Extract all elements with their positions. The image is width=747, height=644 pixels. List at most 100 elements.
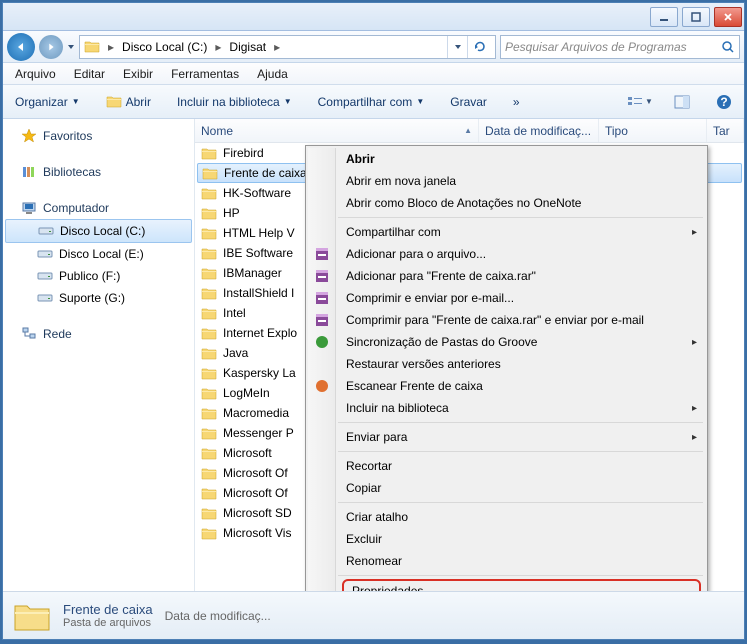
cm-add-archive[interactable]: Adicionar para o arquivo... [338, 243, 705, 265]
column-headers: Nome▲ Data de modificaç... Tipo Tar [195, 119, 744, 143]
folder-icon [201, 287, 217, 300]
file-name: HTML Help V [223, 226, 295, 240]
cm-include-library[interactable]: Incluir na biblioteca [338, 397, 705, 419]
cm-restore-versions[interactable]: Restaurar versões anteriores [338, 353, 705, 375]
search-icon [721, 40, 735, 54]
sidebar-drive-g[interactable]: Suporte (G:) [3, 287, 194, 309]
winrar-icon [314, 312, 330, 328]
cm-delete[interactable]: Excluir [338, 528, 705, 550]
cm-scan[interactable]: Escanear Frente de caixa [338, 375, 705, 397]
sidebar-computer[interactable]: Computador [3, 197, 194, 219]
cm-compress-rar-email[interactable]: Comprimir para "Frente de caixa.rar" e e… [338, 309, 705, 331]
details-pane: Frente de caixa Pasta de arquivos Data d… [3, 591, 744, 639]
maximize-button[interactable] [682, 7, 710, 27]
include-library-button[interactable]: Incluir na biblioteca ▼ [171, 91, 298, 113]
menu-exibir[interactable]: Exibir [115, 65, 161, 83]
folder-icon [201, 487, 217, 500]
sidebar-network[interactable]: Rede [3, 323, 194, 345]
address-dropdown[interactable] [447, 36, 467, 58]
cm-open-onenote[interactable]: Abrir como Bloco de Anotações no OneNote [338, 192, 705, 214]
sidebar-libraries[interactable]: Bibliotecas [3, 161, 194, 183]
folder-icon [84, 40, 100, 53]
column-date[interactable]: Data de modificaç... [479, 119, 599, 142]
file-name: Internet Explo [223, 326, 297, 340]
folder-large-icon [13, 600, 51, 632]
folder-icon [201, 227, 217, 240]
menu-arquivo[interactable]: Arquivo [7, 65, 64, 83]
preview-pane-button[interactable] [668, 91, 696, 113]
file-name: IBManager [223, 266, 282, 280]
breadcrumb-sep-icon[interactable]: ▸ [272, 40, 282, 54]
help-button[interactable]: ? [710, 91, 738, 113]
file-name: Firebird [223, 146, 264, 160]
address-bar[interactable]: ▸ Disco Local (C:) ▸ Digisat ▸ [79, 35, 496, 59]
winrar-icon [314, 290, 330, 306]
file-name: HP [223, 206, 240, 220]
nav-back-button[interactable] [7, 33, 35, 61]
folder-icon [201, 267, 217, 280]
sidebar-drive-f[interactable]: Publico (F:) [3, 265, 194, 287]
cm-create-shortcut[interactable]: Criar atalho [338, 506, 705, 528]
nav-history-dropdown[interactable] [67, 43, 75, 51]
context-menu: Abrir Abrir em nova janela Abrir como Bl… [305, 145, 708, 591]
menu-ajuda[interactable]: Ajuda [249, 65, 296, 83]
cm-add-rar[interactable]: Adicionar para "Frente de caixa.rar" [338, 265, 705, 287]
refresh-button[interactable] [467, 36, 491, 58]
folder-icon [201, 187, 217, 200]
folder-icon [202, 167, 218, 180]
library-icon [21, 164, 37, 180]
file-name: Microsoft Of [223, 466, 288, 480]
column-size[interactable]: Tar [707, 119, 744, 142]
file-name: Kaspersky La [223, 366, 296, 380]
organize-button[interactable]: Organizar ▼ [9, 91, 86, 113]
cm-compress-email[interactable]: Comprimir e enviar por e-mail... [338, 287, 705, 309]
column-type[interactable]: Tipo [599, 119, 707, 142]
cm-cut[interactable]: Recortar [338, 455, 705, 477]
view-options-button[interactable]: ▼ [626, 91, 654, 113]
share-button[interactable]: Compartilhar com ▼ [312, 91, 431, 113]
scan-icon [314, 378, 330, 394]
file-name: IBE Software [223, 246, 293, 260]
file-name: Microsoft [223, 446, 272, 460]
close-button[interactable] [714, 7, 742, 27]
winrar-icon [314, 246, 330, 262]
cm-share-with[interactable]: Compartilhar com [338, 221, 705, 243]
file-name: Microsoft SD [223, 506, 292, 520]
drive-icon [37, 290, 53, 306]
toolbar-more[interactable]: » [507, 91, 526, 113]
cm-copy[interactable]: Copiar [338, 477, 705, 499]
svg-text:?: ? [720, 95, 727, 109]
sidebar-drive-e[interactable]: Disco Local (E:) [3, 243, 194, 265]
minimize-button[interactable] [650, 7, 678, 27]
cm-open-new-window[interactable]: Abrir em nova janela [338, 170, 705, 192]
folder-icon [201, 407, 217, 420]
toolbar: Organizar ▼ Abrir Incluir na biblioteca … [3, 85, 744, 119]
sidebar-drive-c[interactable]: Disco Local (C:) [5, 219, 192, 243]
search-box[interactable]: Pesquisar Arquivos de Programas [500, 35, 740, 59]
folder-icon [201, 427, 217, 440]
sidebar-favorites[interactable]: Favoritos [3, 125, 194, 147]
file-name: Java [223, 346, 248, 360]
nav-forward-button[interactable] [39, 35, 63, 59]
menu-ferramentas[interactable]: Ferramentas [163, 65, 247, 83]
folder-icon [201, 327, 217, 340]
file-name: Intel [223, 306, 246, 320]
column-name[interactable]: Nome▲ [195, 119, 479, 142]
breadcrumb-sep-icon[interactable]: ▸ [213, 40, 223, 54]
file-list-pane: Nome▲ Data de modificaç... Tipo Tar Fire… [195, 119, 744, 591]
open-button[interactable]: Abrir [100, 91, 157, 113]
menubar: Arquivo Editar Exibir Ferramentas Ajuda [3, 63, 744, 85]
breadcrumb-segment[interactable]: Disco Local (C:) [122, 40, 207, 54]
cm-rename[interactable]: Renomear [338, 550, 705, 572]
menu-editar[interactable]: Editar [66, 65, 113, 83]
cm-open[interactable]: Abrir [338, 148, 705, 170]
cm-groove-sync[interactable]: Sincronização de Pastas do Groove [338, 331, 705, 353]
breadcrumb-segment[interactable]: Digisat [229, 40, 266, 54]
navbar: ▸ Disco Local (C:) ▸ Digisat ▸ Pesquisar… [3, 31, 744, 63]
content-area: Favoritos Bibliotecas Computador Disco L… [3, 119, 744, 591]
cm-properties[interactable]: Propriedades [342, 579, 701, 591]
details-type: Pasta de arquivos [63, 617, 153, 629]
cm-send-to[interactable]: Enviar para [338, 426, 705, 448]
breadcrumb-sep-icon[interactable]: ▸ [106, 40, 116, 54]
burn-button[interactable]: Gravar [444, 91, 493, 113]
